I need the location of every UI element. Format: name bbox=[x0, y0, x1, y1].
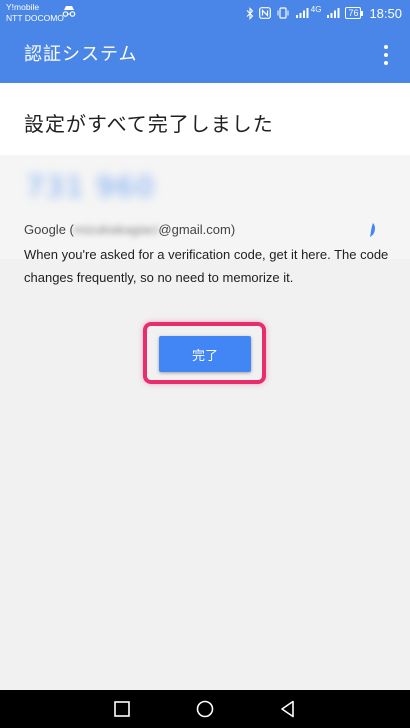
account-label: Google (mizukiakagiaci@gmail.com) bbox=[24, 221, 235, 239]
account-hidden: mizukiakagiaci bbox=[73, 222, 159, 237]
bluetooth-icon bbox=[246, 6, 254, 20]
more-vert-icon[interactable] bbox=[376, 43, 396, 67]
countdown-timer-icon bbox=[370, 223, 375, 237]
carrier-line2: NTT DOCOMO bbox=[6, 13, 64, 23]
done-button[interactable]: 完了 bbox=[159, 336, 251, 372]
nfc-icon bbox=[258, 7, 271, 19]
clock: 18:50 bbox=[369, 5, 402, 21]
app-bar: 認証システム bbox=[0, 27, 410, 83]
heading-section: 設定がすべて完了しました bbox=[0, 83, 410, 155]
app-title: 認証システム bbox=[24, 44, 138, 65]
verification-code: 731 960 bbox=[26, 170, 156, 203]
navigation-bar bbox=[0, 690, 410, 728]
recent-apps-icon[interactable] bbox=[111, 698, 133, 720]
account-prefix: Google ( bbox=[24, 222, 74, 237]
page-title: 設定がすべて完了しました bbox=[24, 112, 274, 136]
account-suffix: @gmail.com) bbox=[158, 222, 236, 237]
vibrate-icon bbox=[277, 7, 289, 19]
incognito-icon bbox=[62, 6, 76, 17]
carrier-info: Y!mobile NTT DOCOMO bbox=[6, 2, 64, 24]
back-icon[interactable] bbox=[277, 698, 299, 720]
status-bar: Y!mobile NTT DOCOMO 4G 76 18:50 bbox=[0, 0, 410, 27]
network-label: 4G bbox=[310, 4, 322, 14]
main-content: 設定がすべて完了しました 731 960 Google (mizukiakagi… bbox=[0, 83, 410, 690]
info-text: When you're asked for a verification cod… bbox=[24, 247, 389, 285]
signal-icon-2 bbox=[327, 8, 340, 18]
status-icons: 4G 76 18:50 bbox=[246, 3, 402, 23]
battery-icon: 76 bbox=[345, 7, 364, 19]
carrier-line1: Y!mobile bbox=[6, 2, 40, 12]
signal-icon bbox=[295, 8, 309, 18]
home-icon[interactable] bbox=[194, 698, 216, 720]
